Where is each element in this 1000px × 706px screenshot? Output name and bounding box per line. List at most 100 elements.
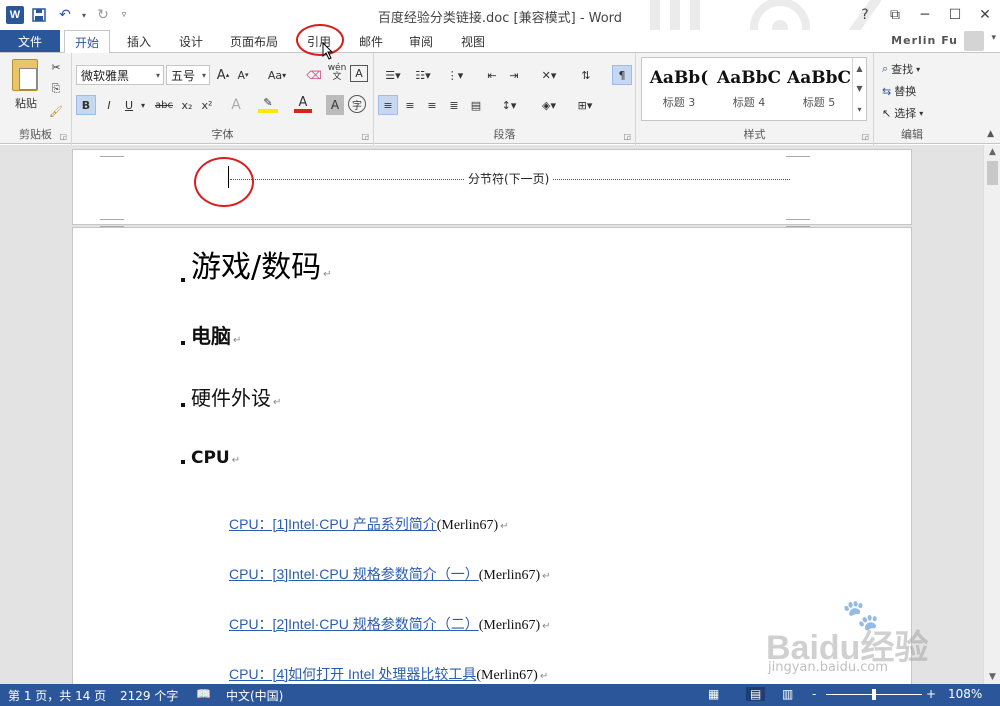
redo-icon[interactable]: ↻ [92,4,114,26]
strikethrough-button[interactable]: abc [152,95,176,115]
clear-formatting-icon[interactable]: ⌫ [304,65,324,85]
maximize-icon[interactable]: ☐ [940,0,970,30]
font-color-icon[interactable]: A [294,95,312,113]
read-mode-icon[interactable]: ▦ [708,687,719,701]
italic-button[interactable]: I [100,95,118,115]
print-layout-icon[interactable]: ▤ [746,687,766,701]
decrease-indent-icon[interactable]: ⇤ [482,65,502,85]
collapse-ribbon-icon[interactable]: ▲ [987,129,994,139]
link[interactable]: CPU：[2]Intel·CPU 规格参数简介（二） [229,616,479,632]
link[interactable]: CPU：[1]Intel·CPU 产品系列简介 [229,516,437,532]
bold-button[interactable]: B [76,95,96,115]
undo-dropdown-icon[interactable]: ▾ [80,4,88,26]
font-size-combo[interactable]: 五号 ▾ [166,65,210,85]
tab-file[interactable]: 文件 [0,30,60,52]
heading-1[interactable]: 游戏/数码 ↵ [181,242,332,286]
chevron-up-icon[interactable]: ▲ [856,64,862,73]
character-border-button[interactable]: A [350,65,368,82]
chevron-down-icon[interactable]: ▼ [856,84,862,93]
enclose-characters-button[interactable]: 字 [348,95,366,113]
shading-icon[interactable]: ◈▾ [534,95,564,115]
justify-icon[interactable]: ≣ [444,95,464,115]
word-count[interactable]: 2129 个字 [120,687,178,704]
subscript-button[interactable]: x₂ [178,95,196,115]
find-button[interactable]: ⌕ 查找 ▾ [882,59,946,79]
minimize-icon[interactable]: ─ [910,0,940,30]
web-layout-icon[interactable]: ▥ [782,687,793,701]
superscript-button[interactable]: x² [198,95,216,115]
font-name-combo[interactable]: 微软雅黑 ▾ [76,65,164,85]
page-count[interactable]: 第 1 页，共 14 页 [8,687,106,704]
help-button[interactable]: ? [850,0,880,30]
distributed-icon[interactable]: ▤ [466,95,486,115]
close-icon[interactable]: ✕ [970,0,1000,30]
proofing-icon[interactable]: 📖 [196,687,211,701]
borders-icon[interactable]: ⊞▾ [570,95,600,115]
save-icon[interactable] [28,4,50,26]
font-launcher-icon[interactable]: ◲ [361,132,369,141]
copy-icon[interactable]: ⎘ [46,79,66,99]
heading-2[interactable]: 电脑 ↵ [180,320,241,349]
sort-icon[interactable]: ⇅ [576,65,596,85]
character-shading-icon[interactable]: A [326,95,344,115]
user-name[interactable]: Merlin Fu [891,34,958,47]
scroll-thumb[interactable] [987,161,998,185]
multilevel-list-icon[interactable]: ⋮▾ [442,65,468,85]
tab-layout[interactable]: 页面布局 [222,30,286,52]
tab-review[interactable]: 审阅 [398,30,444,52]
align-right-icon[interactable]: ≡ [422,95,442,115]
user-avatar[interactable] [964,31,984,51]
show-formatting-marks-icon[interactable]: ¶ [612,65,632,85]
customize-qat-icon[interactable]: ▿ [118,4,130,26]
paste-button[interactable]: 粘贴 [8,93,44,113]
heading-4[interactable]: CPU ↵ [180,448,241,468]
tab-design[interactable]: 设计 [168,30,214,52]
zoom-level[interactable]: 108% [948,687,982,701]
user-menu-chevron-icon[interactable]: ▾ [991,33,996,43]
style-heading-5[interactable]: AaBbC 标题 5 [784,62,854,118]
styles-launcher-icon[interactable]: ◲ [861,132,869,141]
numbering-icon[interactable]: ☷▾ [410,65,436,85]
language[interactable]: 中文(中国) [226,687,283,704]
style-heading-3[interactable]: AaBb( 标题 3 [644,62,714,118]
change-case-button[interactable]: Aa ▾ [262,65,292,85]
bullets-icon[interactable]: ☰▾ [380,65,406,85]
increase-indent-icon[interactable]: ⇥ [504,65,524,85]
clipboard-launcher-icon[interactable]: ◲ [59,132,67,141]
link[interactable]: CPU：[3]Intel·CPU 规格参数简介（一） [229,566,479,582]
heading-3[interactable]: 硬件外设 ↵ [180,382,281,411]
paste-icon[interactable] [12,59,38,91]
tab-insert[interactable]: 插入 [116,30,162,52]
scroll-up-icon[interactable]: ▲ [984,147,1000,157]
phonetic-guide-button[interactable]: wén 文 [326,63,348,83]
underline-dropdown-icon[interactable]: ▾ [138,95,148,115]
highlight-icon[interactable]: ✎ [258,95,278,113]
grow-font-icon[interactable]: A ▴ [214,65,232,85]
zoom-in-button[interactable]: + [926,687,936,701]
format-painter-icon[interactable]: 🖌 [46,101,66,121]
undo-icon[interactable]: ↶ [54,4,76,26]
replace-button[interactable]: ⇆ 替换 [882,81,946,101]
zoom-slider-thumb[interactable] [872,689,876,700]
tab-home[interactable]: 开始 [64,30,110,53]
shrink-font-icon[interactable]: A ▾ [234,65,252,85]
align-left-icon[interactable]: ≡ [378,95,398,115]
tab-view[interactable]: 视图 [450,30,496,52]
more-styles-icon[interactable]: ▾ [857,105,861,114]
tab-mailings[interactable]: 邮件 [348,30,394,52]
paragraph-mark: ↵ [231,455,241,466]
style-heading-4[interactable]: AaBbC 标题 4 [714,62,784,118]
text-effects-icon[interactable]: A [226,95,246,115]
replace-icon: ⇆ [882,84,892,98]
align-center-icon[interactable]: ≡ [400,95,420,115]
underline-button[interactable]: U [120,95,138,115]
link[interactable]: CPU：[4]如何打开 Intel 处理器比较工具 [229,666,476,682]
zoom-out-button[interactable]: - [812,687,816,701]
select-button[interactable]: ↖ 选择 ▾ [882,103,946,123]
paragraph-launcher-icon[interactable]: ◲ [623,132,631,141]
font-size-value: 五号 [171,68,196,83]
ribbon-display-options-icon[interactable]: ⧉ [880,0,910,30]
asian-layout-icon[interactable]: ✕▾ [534,65,564,85]
cut-icon[interactable]: ✂ [46,57,66,77]
line-spacing-icon[interactable]: ↕▾ [494,95,524,115]
